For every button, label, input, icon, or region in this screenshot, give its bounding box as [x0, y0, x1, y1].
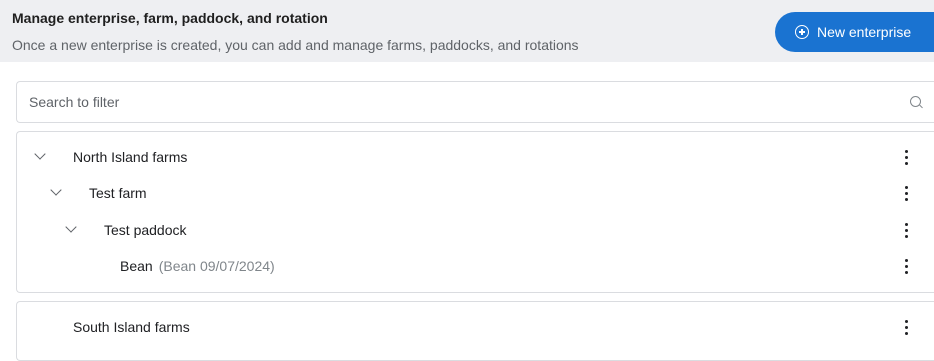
enterprise-name: South Island farms: [73, 319, 190, 335]
tree-row-enterprise[interactable]: South Island farms: [17, 310, 919, 346]
enterprise-name: North Island farms: [73, 149, 188, 165]
chevron-down-icon[interactable]: [50, 184, 62, 196]
search-box: [16, 81, 934, 123]
more-options-icon[interactable]: [901, 184, 913, 204]
rotation-detail: (Bean 09/07/2024): [158, 258, 275, 274]
tree-row-paddock[interactable]: Test paddock: [17, 213, 919, 249]
search-icon[interactable]: [910, 96, 921, 107]
page-header: Manage enterprise, farm, paddock, and ro…: [0, 0, 934, 62]
more-options-icon[interactable]: [901, 148, 913, 168]
farm-name: Test farm: [89, 185, 147, 201]
tree-row-farm[interactable]: Test farm: [17, 176, 919, 212]
more-options-icon[interactable]: [901, 221, 913, 241]
paddock-name: Test paddock: [104, 222, 187, 238]
rotation-crop: Bean: [120, 258, 153, 274]
more-options-icon[interactable]: [901, 318, 913, 338]
tree-row-rotation[interactable]: Bean (Bean 09/07/2024): [17, 249, 919, 285]
enterprise-panel-north: North Island farms Test farm Test paddoc…: [16, 131, 934, 293]
rotation-label: Bean (Bean 09/07/2024): [120, 258, 275, 274]
tree-row-enterprise[interactable]: North Island farms: [17, 140, 919, 176]
chevron-down-icon[interactable]: [65, 221, 77, 233]
search-input[interactable]: [29, 82, 889, 122]
plus-circle-icon: [795, 25, 809, 39]
new-enterprise-button[interactable]: New enterprise: [775, 12, 934, 52]
more-options-icon[interactable]: [901, 257, 913, 277]
page-title: Manage enterprise, farm, paddock, and ro…: [12, 10, 328, 26]
chevron-down-icon[interactable]: [34, 148, 46, 160]
enterprise-panel-south: South Island farms: [16, 301, 934, 361]
page-subtitle: Once a new enterprise is created, you ca…: [12, 37, 579, 53]
new-enterprise-label: New enterprise: [817, 24, 912, 40]
